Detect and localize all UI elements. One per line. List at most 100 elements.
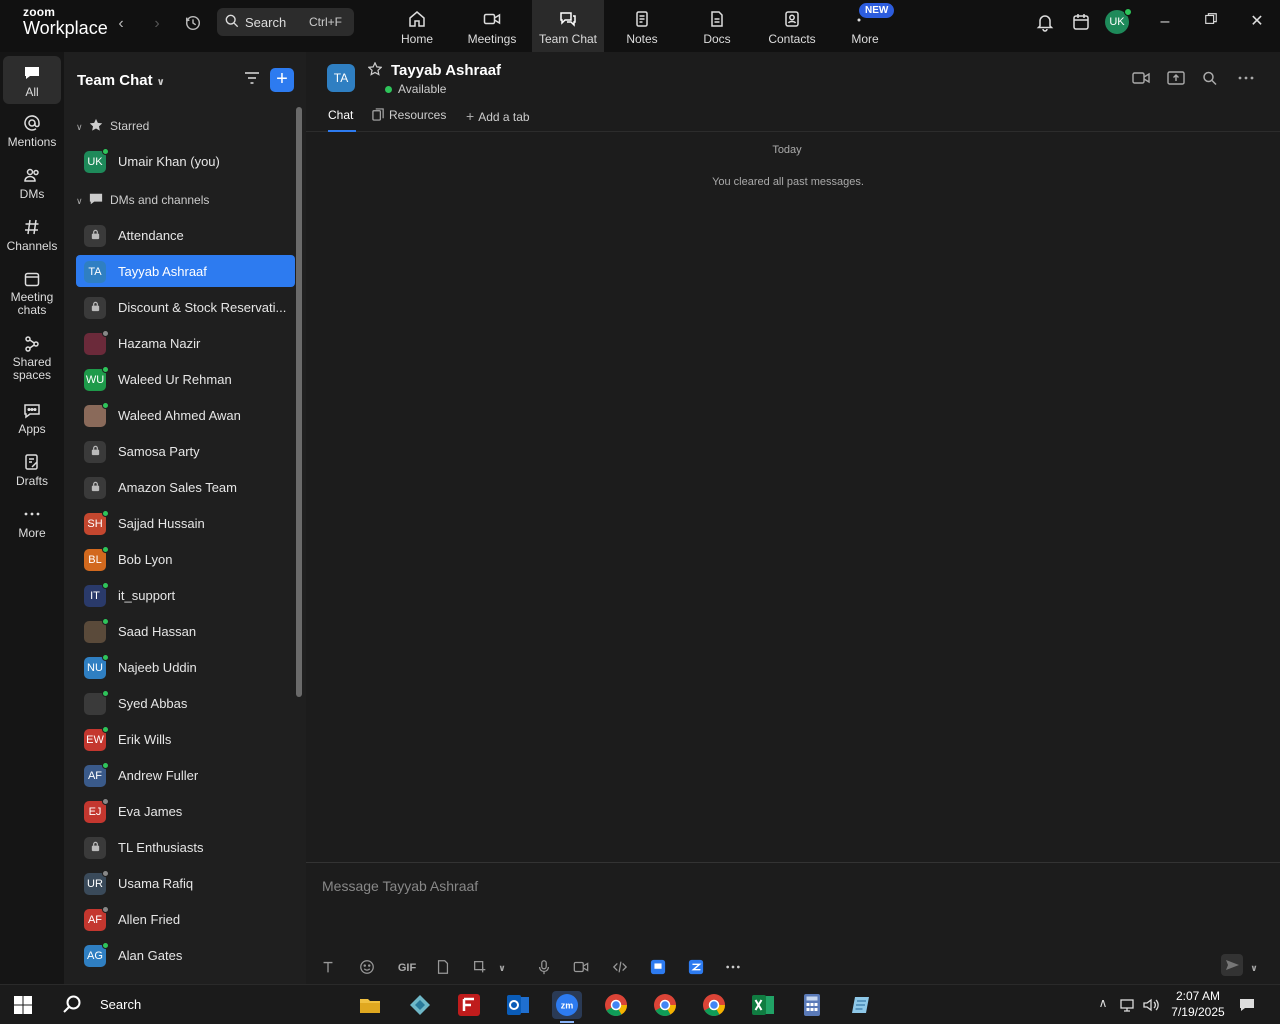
rail-all[interactable]: All xyxy=(3,56,61,104)
item-name: Eva James xyxy=(118,804,183,819)
dm-item[interactable]: WU Waleed Ur Rehman xyxy=(76,363,295,395)
presence-dot xyxy=(102,942,109,949)
search-icon[interactable] xyxy=(1201,70,1219,86)
dm-item[interactable]: AF Allen Fried xyxy=(76,903,295,935)
nav-meetings[interactable]: Meetings xyxy=(456,0,528,52)
rail-mentions[interactable]: Mentions xyxy=(0,114,64,149)
chrome-profile2-icon[interactable] xyxy=(650,991,680,1019)
ellipsis-icon[interactable] xyxy=(724,959,742,977)
rail-shared-spaces[interactable]: Shared spaces xyxy=(0,335,64,382)
video-message-icon[interactable] xyxy=(572,959,590,977)
gif-button[interactable]: GIF xyxy=(395,959,419,977)
rail-more[interactable]: More xyxy=(0,505,64,540)
dm-item[interactable]: Hazama Nazir xyxy=(76,327,295,359)
chevron-down-icon: ∨ xyxy=(156,77,165,88)
app-diamond-icon[interactable] xyxy=(405,991,435,1019)
chrome-profile3-icon[interactable] xyxy=(699,991,729,1019)
rail-apps[interactable]: Apps xyxy=(0,401,64,436)
avatar-initials: UK xyxy=(87,156,103,168)
zoom-taskbar-icon[interactable]: zm xyxy=(552,991,582,1023)
code-snippet-icon[interactable] xyxy=(611,959,629,977)
dm-item[interactable]: TA Tayyab Ashraaf xyxy=(76,255,295,287)
nav-docs[interactable]: Docs xyxy=(681,0,753,52)
rail-drafts[interactable]: Drafts xyxy=(0,453,64,488)
windows-start-icon[interactable] xyxy=(14,996,32,1014)
calculator-icon[interactable] xyxy=(797,991,827,1019)
nav-notes[interactable]: Notes xyxy=(606,0,678,52)
dm-item[interactable]: EW Erik Wills xyxy=(76,723,295,755)
dm-item[interactable]: UK Umair Khan (you) xyxy=(76,145,295,177)
channel-item[interactable]: Discount & Stock Reservati... xyxy=(76,291,295,323)
filter-icon[interactable] xyxy=(244,71,260,85)
file-explorer-icon[interactable] xyxy=(355,991,385,1019)
whiteboard-app-icon[interactable] xyxy=(649,959,667,977)
back-icon[interactable]: ‹ xyxy=(111,14,131,34)
chat-avatar[interactable]: TA xyxy=(327,64,355,92)
tab-resources[interactable]: Resources xyxy=(372,108,446,132)
chevron-down-icon[interactable]: ∨ xyxy=(496,959,508,977)
zoom-app-icon[interactable] xyxy=(687,959,705,977)
chevron-up-icon[interactable]: ∧ xyxy=(1094,996,1112,1014)
nav-contacts[interactable]: Contacts xyxy=(756,0,828,52)
dm-item[interactable]: Waleed Ahmed Awan xyxy=(76,399,295,431)
ellipsis-icon[interactable] xyxy=(1237,70,1255,86)
dm-item[interactable]: BL Bob Lyon xyxy=(76,543,295,575)
rail-dms[interactable]: DMs xyxy=(0,166,64,201)
dm-item[interactable]: EJ Eva James xyxy=(76,795,295,827)
file-icon[interactable] xyxy=(434,959,452,977)
volume-icon[interactable] xyxy=(1142,996,1160,1014)
video-call-icon[interactable] xyxy=(1132,70,1150,86)
dm-item[interactable]: UR Usama Rafiq xyxy=(76,867,295,899)
chrome-icon[interactable] xyxy=(601,991,631,1019)
bell-icon[interactable] xyxy=(1035,12,1055,32)
chevron-down-icon[interactable]: ∨ xyxy=(1248,959,1260,977)
microphone-icon[interactable] xyxy=(535,959,553,977)
user-avatar[interactable]: UK xyxy=(1105,8,1132,34)
channel-item[interactable]: Attendance xyxy=(76,219,295,251)
send-button[interactable] xyxy=(1221,954,1243,976)
dm-item[interactable]: Saad Hassan xyxy=(76,615,295,647)
search-box[interactable]: Search Ctrl+F xyxy=(217,8,354,36)
outlook-icon[interactable] xyxy=(503,991,533,1019)
dm-item[interactable]: SH Sajjad Hussain xyxy=(76,507,295,539)
dm-item[interactable]: AF Andrew Fuller xyxy=(76,759,295,791)
excel-icon[interactable] xyxy=(748,991,778,1019)
message-input[interactable] xyxy=(322,875,1222,897)
tab-chat[interactable]: Chat xyxy=(328,108,356,132)
emoji-icon[interactable] xyxy=(358,959,376,977)
channel-item[interactable]: Amazon Sales Team xyxy=(76,471,295,503)
close-icon[interactable]: ✕ xyxy=(1247,12,1267,32)
network-icon[interactable] xyxy=(1118,996,1136,1014)
rail-meeting-chats[interactable]: Meeting chats xyxy=(0,270,64,317)
nav-team-chat[interactable]: Team Chat xyxy=(532,0,604,52)
list-scrollbar[interactable] xyxy=(296,107,302,697)
system-clock[interactable]: 2:07 AM 7/19/2025 xyxy=(1168,988,1228,1020)
forward-icon[interactable]: › xyxy=(147,14,167,34)
notifications-icon[interactable] xyxy=(1238,996,1256,1014)
star-icon[interactable] xyxy=(368,62,382,76)
notepad-icon[interactable] xyxy=(846,991,876,1019)
channel-item[interactable]: Samosa Party xyxy=(76,435,295,467)
starred-section[interactable]: ∨ Starred xyxy=(76,118,149,136)
tab-add[interactable]: + Add a tab xyxy=(466,108,530,132)
minimize-icon[interactable]: – xyxy=(1155,12,1175,32)
share-screen-icon[interactable] xyxy=(1167,70,1185,86)
rail-channels[interactable]: Channels xyxy=(0,218,64,253)
filezilla-icon[interactable] xyxy=(454,991,484,1019)
format-text-icon[interactable] xyxy=(319,959,337,977)
rail-shared-spaces-label1: Shared xyxy=(12,355,52,369)
dm-item[interactable]: AG Alan Gates xyxy=(76,939,295,971)
team-chat-title[interactable]: Team Chat ∨ xyxy=(77,72,165,89)
nav-home[interactable]: Home xyxy=(381,0,453,52)
dms-section[interactable]: ∨ DMs and channels xyxy=(76,192,209,210)
calendar-icon[interactable] xyxy=(1071,12,1091,32)
dm-item[interactable]: NU Najeeb Uddin xyxy=(76,651,295,683)
chat-title[interactable]: Tayyab Ashraaf xyxy=(391,62,501,79)
history-icon[interactable] xyxy=(183,14,203,34)
screenshot-icon[interactable] xyxy=(471,959,489,977)
channel-item[interactable]: TL Enthusiasts xyxy=(76,831,295,863)
dm-item[interactable]: IT it_support xyxy=(76,579,295,611)
dm-item[interactable]: Syed Abbas xyxy=(76,687,295,719)
restore-icon[interactable] xyxy=(1201,12,1221,32)
new-chat-button[interactable]: + xyxy=(270,68,294,92)
